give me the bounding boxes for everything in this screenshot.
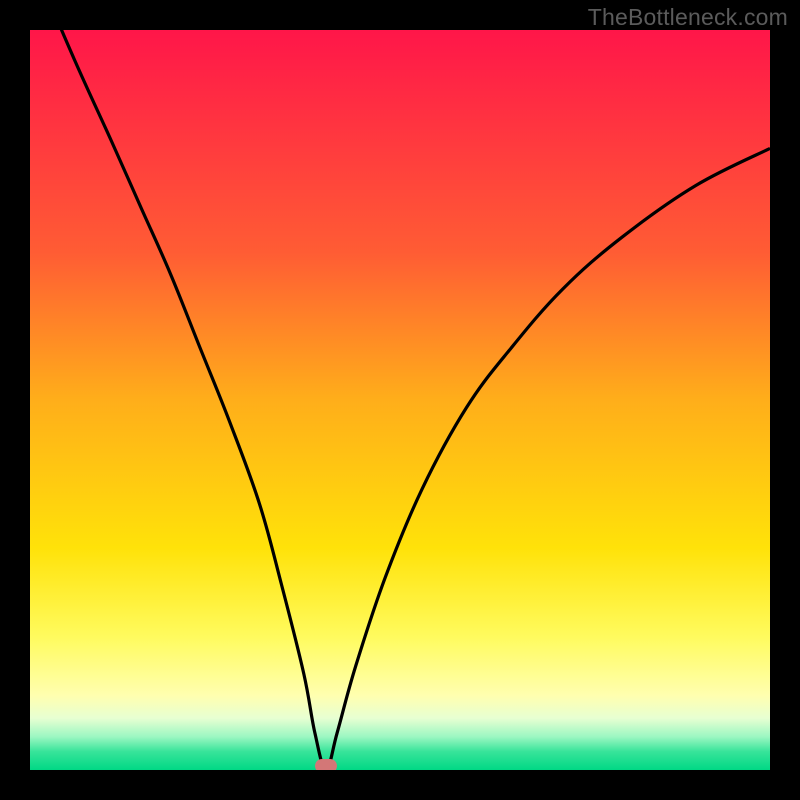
gradient-background bbox=[30, 30, 770, 770]
chart-frame: TheBottleneck.com bbox=[0, 0, 800, 800]
chart-svg bbox=[30, 30, 770, 770]
optimum-marker bbox=[315, 759, 337, 770]
plot-area bbox=[30, 30, 770, 770]
watermark-text: TheBottleneck.com bbox=[588, 4, 788, 31]
